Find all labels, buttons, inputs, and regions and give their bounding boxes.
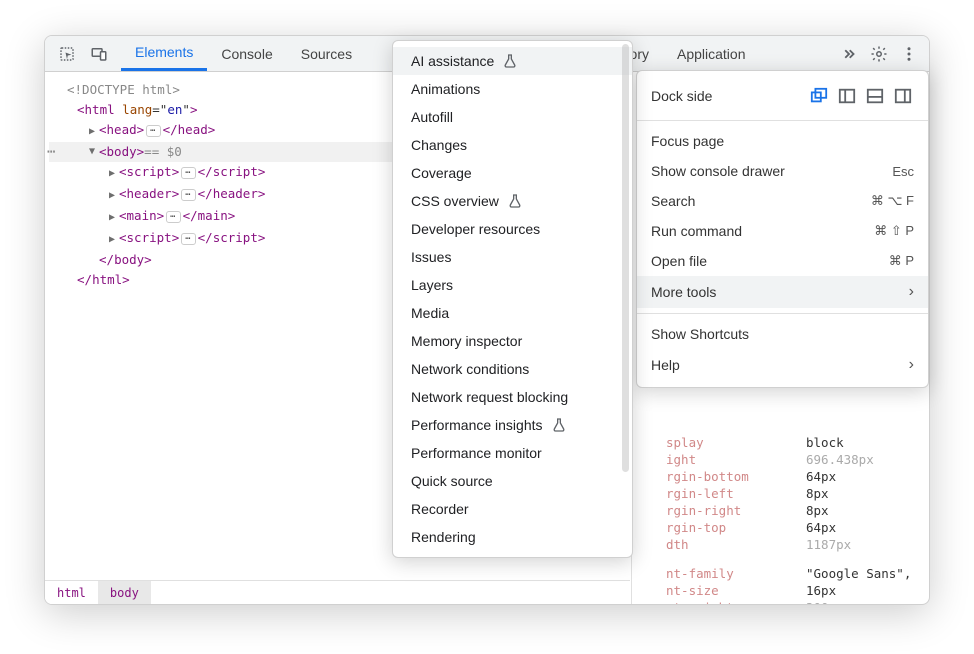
submenu-item[interactable]: Coverage: [393, 159, 632, 187]
dock-left-icon[interactable]: [836, 85, 858, 107]
style-property-row[interactable]: nt-family"Google Sans",: [632, 565, 929, 582]
submenu-item[interactable]: Issues: [393, 243, 632, 271]
submenu-item[interactable]: Memory inspector: [393, 327, 632, 355]
submenu-item[interactable]: Performance insights: [393, 411, 632, 439]
submenu-item[interactable]: Developer resources: [393, 215, 632, 243]
menu-item[interactable]: Open file⌘ P: [637, 246, 928, 276]
menu-item[interactable]: Show Shortcuts: [637, 319, 928, 349]
dock-side-label: Dock side: [651, 88, 712, 104]
dock-side-row: Dock side: [637, 77, 928, 115]
breadcrumb-html[interactable]: html: [45, 581, 98, 604]
menu-item[interactable]: Help›: [637, 349, 928, 381]
style-property-row[interactable]: rgin-bottom64px: [632, 468, 929, 485]
breadcrumb-body[interactable]: body: [98, 581, 151, 604]
style-property-row[interactable]: rgin-right8px: [632, 502, 929, 519]
chevron-right-icon: ›: [909, 283, 914, 301]
submenu-item[interactable]: Rendering: [393, 523, 632, 551]
submenu-item[interactable]: Layers: [393, 271, 632, 299]
dock-right-icon[interactable]: [892, 85, 914, 107]
kebab-menu-icon[interactable]: [895, 40, 923, 68]
flask-icon: [507, 193, 523, 209]
submenu-item[interactable]: Network conditions: [393, 355, 632, 383]
main-menu: Dock side Focus pageShow console drawerE…: [636, 70, 929, 388]
gear-icon[interactable]: [865, 40, 893, 68]
style-property-row[interactable]: rgin-top64px: [632, 519, 929, 536]
chevron-right-icon: ›: [909, 356, 914, 374]
more-tools-submenu: AI assistanceAnimationsAutofillChangesCo…: [392, 40, 633, 558]
submenu-item[interactable]: Changes: [393, 131, 632, 159]
submenu-item[interactable]: AI assistance: [393, 47, 632, 75]
menu-item[interactable]: Run command⌘ ⇧ P: [637, 216, 928, 246]
inspect-icon[interactable]: [53, 40, 81, 68]
menu-item[interactable]: More tools›: [637, 276, 928, 308]
flask-icon: [502, 53, 518, 69]
dock-undock-icon[interactable]: [808, 85, 830, 107]
submenu-item[interactable]: Recorder: [393, 495, 632, 523]
style-property-row[interactable]: dth1187px: [632, 536, 929, 553]
style-property-row[interactable]: ight696.438px: [632, 451, 929, 468]
flask-icon: [551, 417, 567, 433]
style-property-row[interactable]: nt-weight200: [632, 599, 929, 605]
submenu-item[interactable]: Network request blocking: [393, 383, 632, 411]
tab-sources[interactable]: Sources: [287, 36, 366, 71]
dock-bottom-icon[interactable]: [864, 85, 886, 107]
tab-console[interactable]: Console: [207, 36, 286, 71]
submenu-item[interactable]: CSS overview: [393, 187, 632, 215]
submenu-item[interactable]: Media: [393, 299, 632, 327]
tab-elements[interactable]: Elements: [121, 36, 207, 71]
style-property-row[interactable]: rgin-left8px: [632, 485, 929, 502]
tab-application[interactable]: Application: [663, 36, 760, 71]
style-property-row[interactable]: splayblock: [632, 434, 929, 451]
submenu-item[interactable]: Animations: [393, 75, 632, 103]
menu-item[interactable]: Search⌘ ⌥ F: [637, 186, 928, 216]
device-toggle-icon[interactable]: [85, 40, 113, 68]
style-property-row[interactable]: nt-size16px: [632, 582, 929, 599]
submenu-item[interactable]: Autofill: [393, 103, 632, 131]
breadcrumb[interactable]: html body: [45, 580, 630, 604]
submenu-item[interactable]: Performance monitor: [393, 439, 632, 467]
menu-item[interactable]: Focus page: [637, 126, 928, 156]
submenu-item[interactable]: Quick source: [393, 467, 632, 495]
more-tabs-icon[interactable]: [835, 40, 863, 68]
menu-item[interactable]: Show console drawerEsc: [637, 156, 928, 186]
